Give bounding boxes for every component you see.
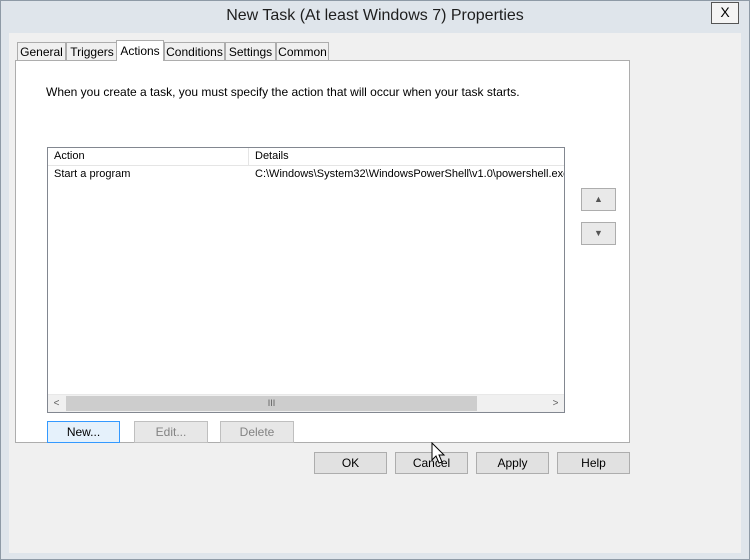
apply-button[interactable]: Apply xyxy=(476,452,549,474)
move-down-button[interactable]: ▼ xyxy=(581,222,616,245)
tab-common[interactable]: Common xyxy=(276,42,329,60)
actions-list[interactable]: Action Details Start a program C:\Window… xyxy=(47,147,565,413)
scroll-left-icon[interactable]: < xyxy=(48,395,65,412)
list-item[interactable]: Start a program C:\Windows\System32\Wind… xyxy=(48,166,564,183)
scrollbar-thumb[interactable]: III xyxy=(66,396,477,411)
mouse-pointer-icon xyxy=(431,442,446,464)
column-header-details[interactable]: Details xyxy=(249,148,564,165)
delete-action-button[interactable]: Delete xyxy=(220,421,294,443)
actions-tab-panel: When you create a task, you must specify… xyxy=(15,60,630,443)
actions-instruction-text: When you create a task, you must specify… xyxy=(46,85,520,99)
new-action-button[interactable]: New... xyxy=(47,421,120,443)
close-button[interactable]: X xyxy=(711,2,739,24)
scroll-right-icon[interactable]: > xyxy=(547,395,564,412)
tab-actions[interactable]: Actions xyxy=(116,40,164,61)
edit-action-button[interactable]: Edit... xyxy=(134,421,208,443)
tab-conditions[interactable]: Conditions xyxy=(164,42,225,60)
tab-settings[interactable]: Settings xyxy=(225,42,276,60)
action-details-cell: C:\Windows\System32\WindowsPowerShell\v1… xyxy=(255,168,565,180)
arrow-up-icon: ▲ xyxy=(594,194,603,204)
move-up-button[interactable]: ▲ xyxy=(581,188,616,211)
title-bar[interactable]: New Task (At least Windows 7) Properties… xyxy=(1,1,749,33)
arrow-down-icon: ▼ xyxy=(594,228,603,238)
properties-window: New Task (At least Windows 7) Properties… xyxy=(0,0,750,560)
window-title: New Task (At least Windows 7) Properties xyxy=(226,7,524,24)
tab-general[interactable]: General xyxy=(17,42,66,60)
help-button[interactable]: Help xyxy=(557,452,630,474)
action-type-cell: Start a program xyxy=(54,168,131,180)
tab-triggers[interactable]: Triggers xyxy=(66,42,118,60)
ok-button[interactable]: OK xyxy=(314,452,387,474)
list-header: Action Details xyxy=(48,148,564,166)
horizontal-scrollbar[interactable]: < III > xyxy=(48,394,564,412)
dialog-client-area: General Triggers Actions Conditions Sett… xyxy=(9,33,741,553)
column-header-action[interactable]: Action xyxy=(48,148,249,165)
